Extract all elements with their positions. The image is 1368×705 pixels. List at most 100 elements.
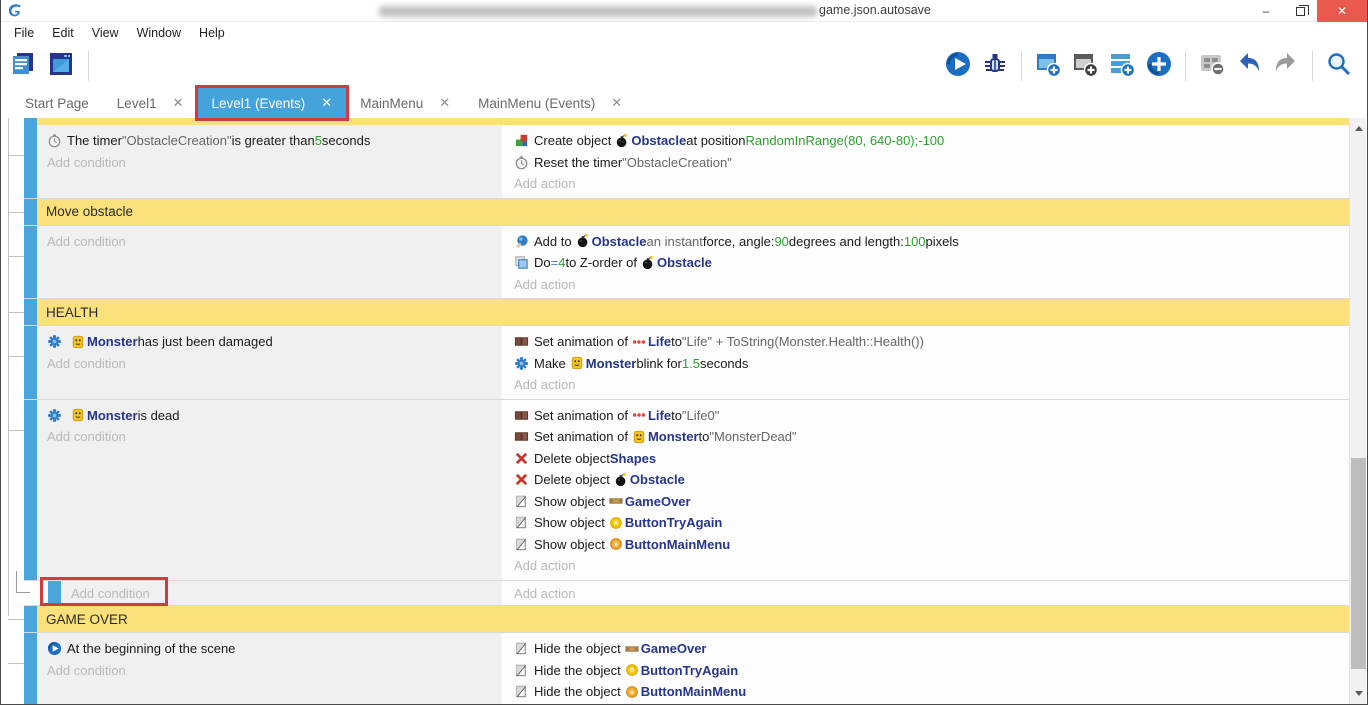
event-handle[interactable] [24, 633, 37, 704]
toolbar-separator [1312, 51, 1313, 81]
tab-close-icon[interactable]: ✕ [439, 95, 450, 111]
minimize-button[interactable]: – [1249, 0, 1283, 22]
bomb-icon [641, 256, 655, 270]
add-condition-button[interactable]: Add condition [47, 152, 494, 174]
action-line[interactable]: Show objectButtonTryAgain [514, 512, 1341, 534]
add-external-layout-button[interactable] [1071, 52, 1099, 80]
tab-close-icon[interactable]: ✕ [321, 95, 332, 111]
add-action-button[interactable]: Add action [514, 583, 1341, 605]
undo-icon [1236, 51, 1262, 82]
add-condition-button[interactable]: Add condition [71, 583, 494, 605]
menu-item-edit[interactable]: Edit [43, 24, 83, 42]
action-line[interactable]: Hide the objectButtonTryAgain [514, 660, 1341, 682]
event-handle[interactable] [24, 606, 37, 632]
add-external-events-button[interactable] [1108, 52, 1136, 80]
action-line[interactable]: Create objectObstacle at position Random… [514, 130, 1341, 152]
action-line[interactable]: Hide the objectGameOver [514, 638, 1341, 660]
project-manager-button[interactable] [9, 52, 37, 80]
event-handle[interactable] [24, 199, 37, 225]
event-handle[interactable] [24, 326, 37, 399]
vertical-scrollbar[interactable] [1349, 118, 1366, 704]
add-condition-button[interactable]: Add condition [47, 660, 494, 682]
action-line[interactable]: Show objectGameOver [514, 491, 1341, 513]
visibility-icon [514, 537, 529, 552]
condition-line[interactable]: Monster has just been damaged [47, 331, 494, 353]
tab-mainmenu-events[interactable]: MainMenu (Events)✕ [464, 88, 636, 118]
event-group-row[interactable]: HEALTH [24, 299, 1349, 326]
menu-item-file[interactable]: File [5, 24, 43, 42]
text-segment: is greater than [232, 133, 315, 148]
add-action-button[interactable]: Add action [514, 555, 1341, 577]
action-line[interactable]: Delete objectObstacle [514, 469, 1341, 491]
tab-bar: Start PageLevel1✕Level1 (Events)✕MainMen… [1, 88, 1367, 118]
action-line[interactable]: Delete object Shapes [514, 448, 1341, 470]
text-segment: "Life" + ToString(Monster.Health::Health… [682, 334, 924, 349]
remove-frame-button[interactable] [1198, 52, 1226, 80]
add-condition-button[interactable]: Add condition [47, 426, 494, 448]
text-segment: Hide the object [534, 663, 621, 678]
debug-button[interactable] [981, 52, 1009, 80]
actions-cell: Set animation ofLife to "Life0"Set anima… [504, 400, 1349, 580]
condition-line[interactable]: Monster is dead [47, 405, 494, 427]
event-handle[interactable] [24, 400, 37, 580]
tab-label: MainMenu [360, 96, 423, 111]
action-line[interactable]: Hide the objectButtonMainMenu [514, 681, 1341, 703]
menu-item-help[interactable]: Help [190, 24, 234, 42]
conditions-cell: The timer "ObstacleCreation" is greater … [37, 125, 502, 198]
add-external-layout-icon [1072, 51, 1098, 82]
action-line[interactable]: Do = 4 to Z-order ofObstacle [514, 252, 1341, 274]
undo-button[interactable] [1235, 52, 1263, 80]
add-action-button[interactable]: Add action [514, 274, 1341, 296]
object-name: Life [648, 334, 671, 349]
scrollbar-thumb[interactable] [1351, 458, 1366, 669]
scroll-down-button[interactable] [1350, 685, 1367, 702]
event-handle[interactable] [24, 125, 37, 198]
redo-button[interactable] [1272, 52, 1300, 80]
tab-label: Level1 [117, 96, 157, 111]
event-handle[interactable] [24, 299, 37, 325]
tab-level1[interactable]: Level1 ✕ [103, 88, 198, 118]
add-object-icon [1146, 51, 1172, 82]
action-line[interactable]: Reset the timer "ObstacleCreation" [514, 152, 1341, 174]
search-button[interactable] [1325, 52, 1353, 80]
add-condition-button[interactable]: Add condition [47, 353, 494, 375]
menu-item-window[interactable]: Window [128, 24, 190, 42]
restore-button[interactable] [1283, 0, 1317, 22]
event-handle[interactable] [24, 226, 37, 299]
action-line[interactable]: Set animation ofMonster to "MonsterDead" [514, 426, 1341, 448]
tab-close-icon[interactable]: ✕ [611, 95, 622, 111]
bomb-icon [614, 473, 628, 487]
text-segment: The timer [67, 133, 122, 148]
event-group-row[interactable]: GAME OVER [24, 606, 1349, 633]
action-line[interactable]: Add toObstacle an instant force, angle: … [514, 231, 1341, 253]
text-segment: pixels [926, 234, 959, 249]
event-group-row[interactable]: Move obstacle [24, 199, 1349, 226]
scene-window-button[interactable] [47, 52, 75, 80]
event-group-row-partial[interactable] [24, 118, 1349, 125]
event-handle[interactable] [24, 118, 37, 125]
menu-item-view[interactable]: View [83, 24, 128, 42]
close-button[interactable]: ✕ [1317, 0, 1367, 22]
add-scene-button[interactable] [1034, 52, 1062, 80]
animation-icon [514, 334, 529, 349]
event-handle[interactable] [48, 581, 61, 606]
condition-line[interactable]: The timer "ObstacleCreation" is greater … [47, 130, 494, 152]
tab-mainmenu[interactable]: MainMenu ✕ [346, 88, 464, 118]
action-line[interactable]: MakeMonster blink for 1.5 seconds [514, 353, 1341, 375]
add-object-button[interactable] [1145, 52, 1173, 80]
action-line[interactable]: Set animation ofLife to "Life" + ToStrin… [514, 331, 1341, 353]
play-button[interactable] [944, 52, 972, 80]
text-segment: to [671, 334, 682, 349]
add-action-button[interactable]: Add action [514, 374, 1341, 396]
add-condition-button[interactable]: Add condition [47, 231, 494, 253]
action-line[interactable]: Show objectButtonMainMenu [514, 534, 1341, 556]
add-action-button[interactable]: Add action [514, 703, 1341, 705]
animation-icon [514, 408, 529, 423]
action-line[interactable]: Set animation ofLife to "Life0" [514, 405, 1341, 427]
add-action-button[interactable]: Add action [514, 173, 1341, 195]
condition-line[interactable]: At the beginning of the scene [47, 638, 494, 660]
tab-close-icon[interactable]: ✕ [173, 95, 184, 111]
scroll-up-button[interactable] [1350, 120, 1367, 137]
tab-start-page[interactable]: Start Page [11, 88, 103, 118]
tab-level1-events[interactable]: Level1 (Events)✕ [198, 88, 347, 118]
